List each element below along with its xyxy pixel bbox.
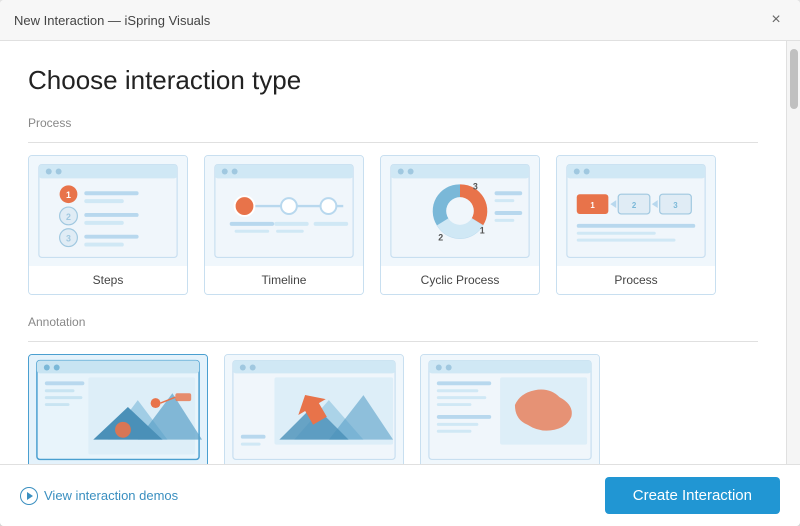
card-thumb-timeline (205, 156, 363, 266)
svg-text:2: 2 (66, 212, 71, 222)
svg-text:2: 2 (438, 233, 443, 243)
scroll-thumb[interactable] (790, 49, 798, 109)
main-content: Choose interaction type Process (0, 41, 786, 464)
card-thumb-cyclic-process: 3 2 1 (381, 156, 539, 266)
content-area: Choose interaction type Process (0, 41, 800, 464)
title-bar-text: New Interaction — iSpring Visuals (14, 13, 210, 28)
card-thumb-process: 1 2 3 (557, 156, 715, 266)
svg-text:1: 1 (590, 201, 595, 210)
card-process[interactable]: 1 2 3 (556, 155, 716, 295)
svg-text:2: 2 (632, 201, 637, 210)
page-title: Choose interaction type (28, 65, 758, 96)
section-label-process: Process (28, 116, 758, 130)
card-thumb-hotspot (421, 355, 599, 464)
section-divider-process (28, 142, 758, 143)
process-cards-row: 1 2 3 (28, 155, 758, 295)
footer: View interaction demos Create Interactio… (0, 464, 800, 526)
card-guided-image[interactable]: Guided Image (224, 354, 404, 464)
play-icon (20, 487, 38, 505)
card-labeled-graphic[interactable]: Labeled Graphic (28, 354, 208, 464)
section-label-annotation: Annotation (28, 315, 758, 329)
card-hotspot[interactable]: Hotspot (420, 354, 600, 464)
annotation-cards-row: Labeled Graphic (28, 354, 758, 464)
title-bar: New Interaction — iSpring Visuals × (0, 0, 800, 41)
section-divider-annotation (28, 341, 758, 342)
card-thumb-steps: 1 2 3 (29, 156, 187, 266)
svg-text:1: 1 (66, 190, 71, 200)
card-label-cyclic-process: Cyclic Process (381, 266, 539, 294)
card-cyclic-process[interactable]: 3 2 1 Cyclic Process (380, 155, 540, 295)
card-label-timeline: Timeline (205, 266, 363, 294)
svg-text:3: 3 (66, 234, 71, 244)
play-triangle-icon (27, 492, 33, 500)
card-thumb-labeled-graphic (29, 355, 207, 464)
card-timeline[interactable]: Timeline (204, 155, 364, 295)
card-thumb-guided-image (225, 355, 403, 464)
close-button[interactable]: × (766, 10, 786, 30)
card-label-steps: Steps (29, 266, 187, 294)
svg-text:3: 3 (473, 181, 478, 191)
svg-text:1: 1 (480, 226, 485, 236)
dialog: New Interaction — iSpring Visuals × Choo… (0, 0, 800, 526)
card-steps[interactable]: 1 2 3 (28, 155, 188, 295)
create-interaction-button[interactable]: Create Interaction (605, 477, 780, 514)
view-demos-text: View interaction demos (44, 488, 178, 503)
svg-text:3: 3 (673, 201, 678, 210)
scrollbar[interactable] (786, 41, 800, 464)
view-demos-link[interactable]: View interaction demos (20, 487, 178, 505)
card-label-process: Process (557, 266, 715, 294)
